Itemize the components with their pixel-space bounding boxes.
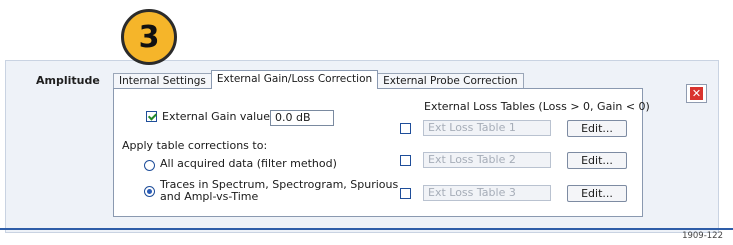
loss-table-1-field[interactable]: Ext Loss Table 1 (423, 120, 551, 136)
traces-label-line2: and Ampl-vs-Time (160, 190, 259, 203)
tab-internal-settings[interactable]: Internal Settings (113, 73, 212, 89)
tab-strip: Internal Settings External Gain/Loss Cor… (113, 70, 524, 89)
loss-table-1-edit-button[interactable]: Edit... (567, 120, 627, 137)
loss-table-2-checkbox[interactable] (400, 155, 411, 166)
loss-table-3-field[interactable]: Ext Loss Table 3 (423, 185, 551, 201)
close-icon: ✕ (690, 87, 703, 100)
loss-table-2-field[interactable]: Ext Loss Table 2 (423, 152, 551, 168)
loss-table-1-checkbox[interactable] (400, 123, 411, 134)
section-label: Amplitude (36, 74, 100, 87)
bottom-rule (0, 228, 733, 230)
loss-table-3-checkbox[interactable] (400, 188, 411, 199)
traces-radio[interactable] (144, 186, 155, 197)
loss-table-2-edit-button[interactable]: Edit... (567, 152, 627, 169)
tab-external-probe-correction[interactable]: External Probe Correction (377, 73, 524, 89)
external-gain-value-field[interactable]: 0.0 dB (270, 110, 334, 126)
external-gain-checkbox[interactable] (146, 111, 157, 122)
all-acquired-data-label: All acquired data (filter method) (160, 157, 337, 170)
tab-external-gain-loss-correction[interactable]: External Gain/Loss Correction (210, 70, 379, 89)
loss-tables-heading: External Loss Tables (Loss > 0, Gain < 0… (424, 100, 650, 113)
all-acquired-data-radio[interactable] (144, 160, 155, 171)
apply-corrections-heading: Apply table corrections to: (122, 139, 268, 152)
figure-id: 1909-122 (682, 231, 723, 241)
close-button[interactable]: ✕ (686, 84, 707, 103)
callout-number-badge: 3 (121, 9, 177, 65)
external-gain-label: External Gain value: (162, 110, 274, 123)
loss-table-3-edit-button[interactable]: Edit... (567, 185, 627, 202)
